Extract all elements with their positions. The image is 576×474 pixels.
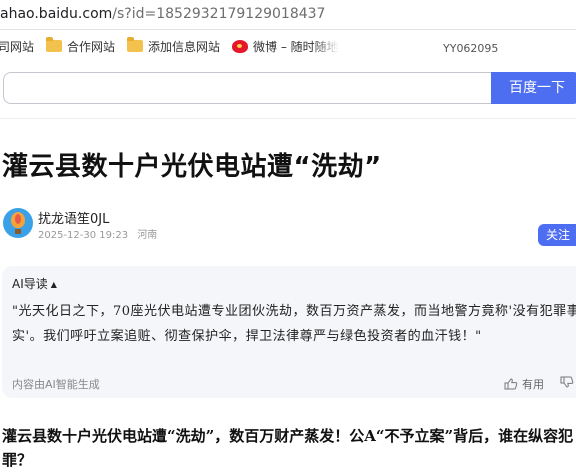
- useful-label: 有用: [522, 378, 544, 391]
- divider: [0, 118, 576, 119]
- ai-summary-toggle[interactable]: AI导读 ▲: [12, 275, 57, 292]
- bookmark-company-sites[interactable]: 公司网站: [0, 38, 34, 55]
- bookmark-label: 合作网站: [67, 39, 116, 54]
- author-name[interactable]: 扰龙语笙0JL: [38, 208, 109, 227]
- ai-summary-heading: AI导读: [12, 277, 48, 291]
- article-title: 灌云县数十户光伏电站遭“洗劫”: [2, 152, 382, 182]
- location: 河南: [137, 230, 158, 241]
- address-bar[interactable]: ahao.baidu.com/s?id=1852932179129018437: [0, 0, 576, 30]
- weibo-icon: [232, 39, 249, 53]
- search-button[interactable]: 百度一下: [491, 72, 576, 104]
- balloon-icon: [11, 212, 25, 228]
- thumb-down-icon[interactable]: [560, 376, 574, 388]
- bookmark-weibo[interactable]: 微博 – 随时随地: [232, 38, 339, 55]
- ai-summary-card: AI导读 ▲ "光天化日之下，70座光伏电站遭专业团伙洗劫，数百万资产蒸发，而当地…: [2, 266, 576, 398]
- bookmark-label: 添加信息网站: [148, 39, 221, 54]
- folder-icon: [46, 37, 63, 52]
- overlay-id-label: YY062095: [443, 42, 499, 55]
- folder-icon: [127, 37, 144, 52]
- thumb-up-icon: [504, 378, 518, 390]
- page: ahao.baidu.com/s?id=1852932179129018437 …: [0, 0, 576, 474]
- article-meta: 2025-12-30 19:23 河南: [38, 226, 157, 241]
- caret-up-icon: ▲: [50, 280, 57, 289]
- ai-generated-note: 内容由AI智能生成: [12, 378, 100, 391]
- timestamp: 2025-12-30 19:23: [38, 230, 129, 241]
- useful-button[interactable]: 有用: [504, 376, 544, 392]
- article-first-paragraph: 灌云县数十户光伏电站遭“洗劫”，数百万财产蒸发！公A“不予立案”背后，谁在纵容犯…: [2, 427, 574, 469]
- bookmark-add-info-sites[interactable]: 添加信息网站: [127, 37, 221, 55]
- ai-summary-text: "光天化日之下，70座光伏电站遭专业团伙洗劫，数百万资产蒸发，而当地警方竟称'没…: [12, 304, 576, 344]
- bookmark-label: 微博 – 随时随地: [253, 39, 339, 54]
- url-path: /s?id=1852932179129018437: [112, 6, 326, 22]
- search-row: 百度一下: [0, 62, 576, 118]
- url-host: ahao.baidu.com: [0, 6, 113, 22]
- search-input[interactable]: [3, 72, 491, 104]
- avatar-basket: [15, 229, 21, 234]
- bookmark-partner-sites[interactable]: 合作网站: [46, 37, 116, 55]
- avatar[interactable]: [3, 208, 33, 238]
- follow-button[interactable]: 关注: [538, 224, 576, 246]
- bookmark-label: 公司网站: [0, 39, 35, 54]
